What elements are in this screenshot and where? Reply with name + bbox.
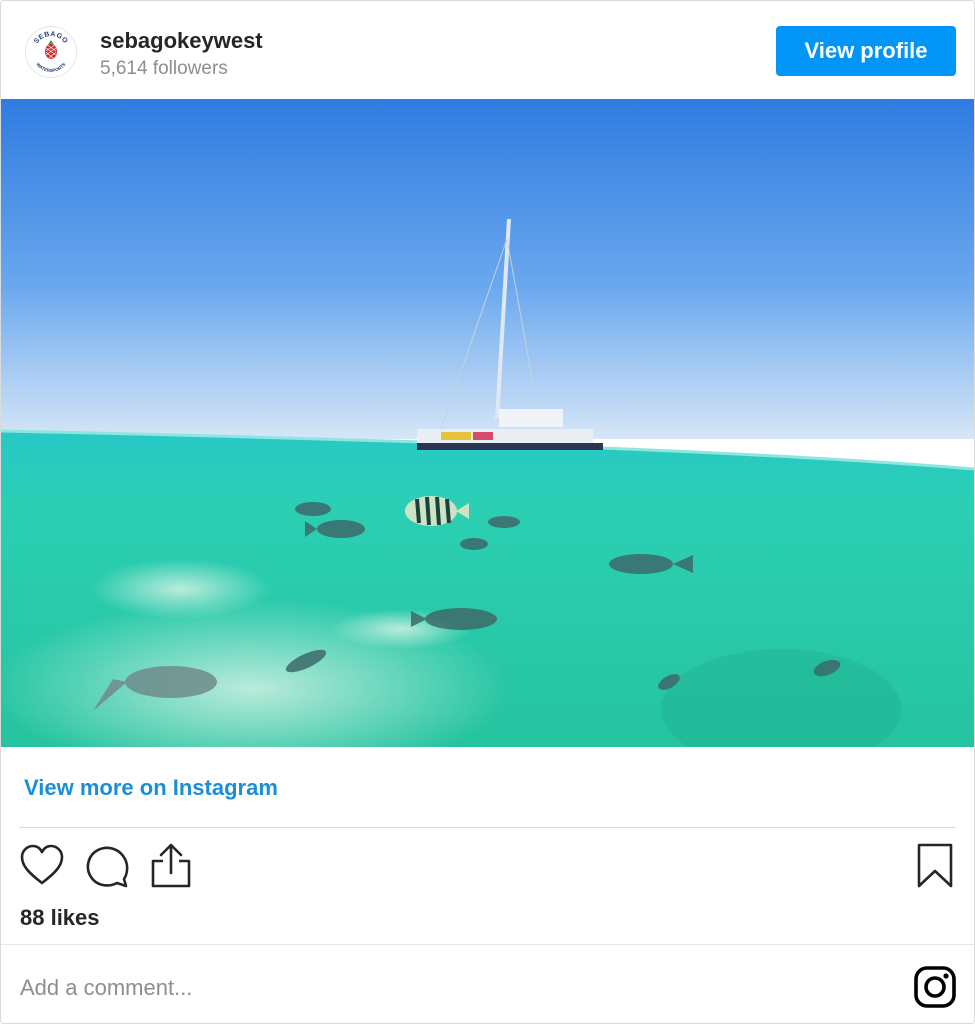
comment-input[interactable] bbox=[20, 971, 880, 1005]
avatar[interactable]: SEBAGO WATERSPORTS bbox=[25, 26, 77, 78]
post-image[interactable] bbox=[1, 99, 974, 747]
comment-icon[interactable] bbox=[84, 843, 130, 889]
instagram-logo-icon[interactable] bbox=[913, 965, 957, 1009]
divider bbox=[19, 827, 956, 828]
share-icon[interactable] bbox=[149, 843, 193, 889]
follower-count: 5,614 followers bbox=[100, 58, 228, 79]
sebago-logo-icon: SEBAGO WATERSPORTS bbox=[27, 28, 75, 76]
username[interactable]: sebagokeywest bbox=[100, 28, 263, 54]
view-more-on-instagram-link[interactable]: View more on Instagram bbox=[24, 775, 278, 801]
underwater-catamaran-photo bbox=[1, 99, 974, 747]
heart-icon[interactable] bbox=[19, 843, 65, 887]
divider bbox=[1, 944, 974, 945]
view-profile-button[interactable]: View profile bbox=[776, 26, 956, 76]
like-count[interactable]: 88 likes bbox=[20, 905, 100, 931]
bookmark-icon[interactable] bbox=[915, 843, 955, 889]
instagram-embed-card: SEBAGO WATERSPORTS sebagokeywest 5,614 f… bbox=[0, 0, 975, 1024]
post-header: SEBAGO WATERSPORTS sebagokeywest 5,614 f… bbox=[1, 1, 974, 99]
